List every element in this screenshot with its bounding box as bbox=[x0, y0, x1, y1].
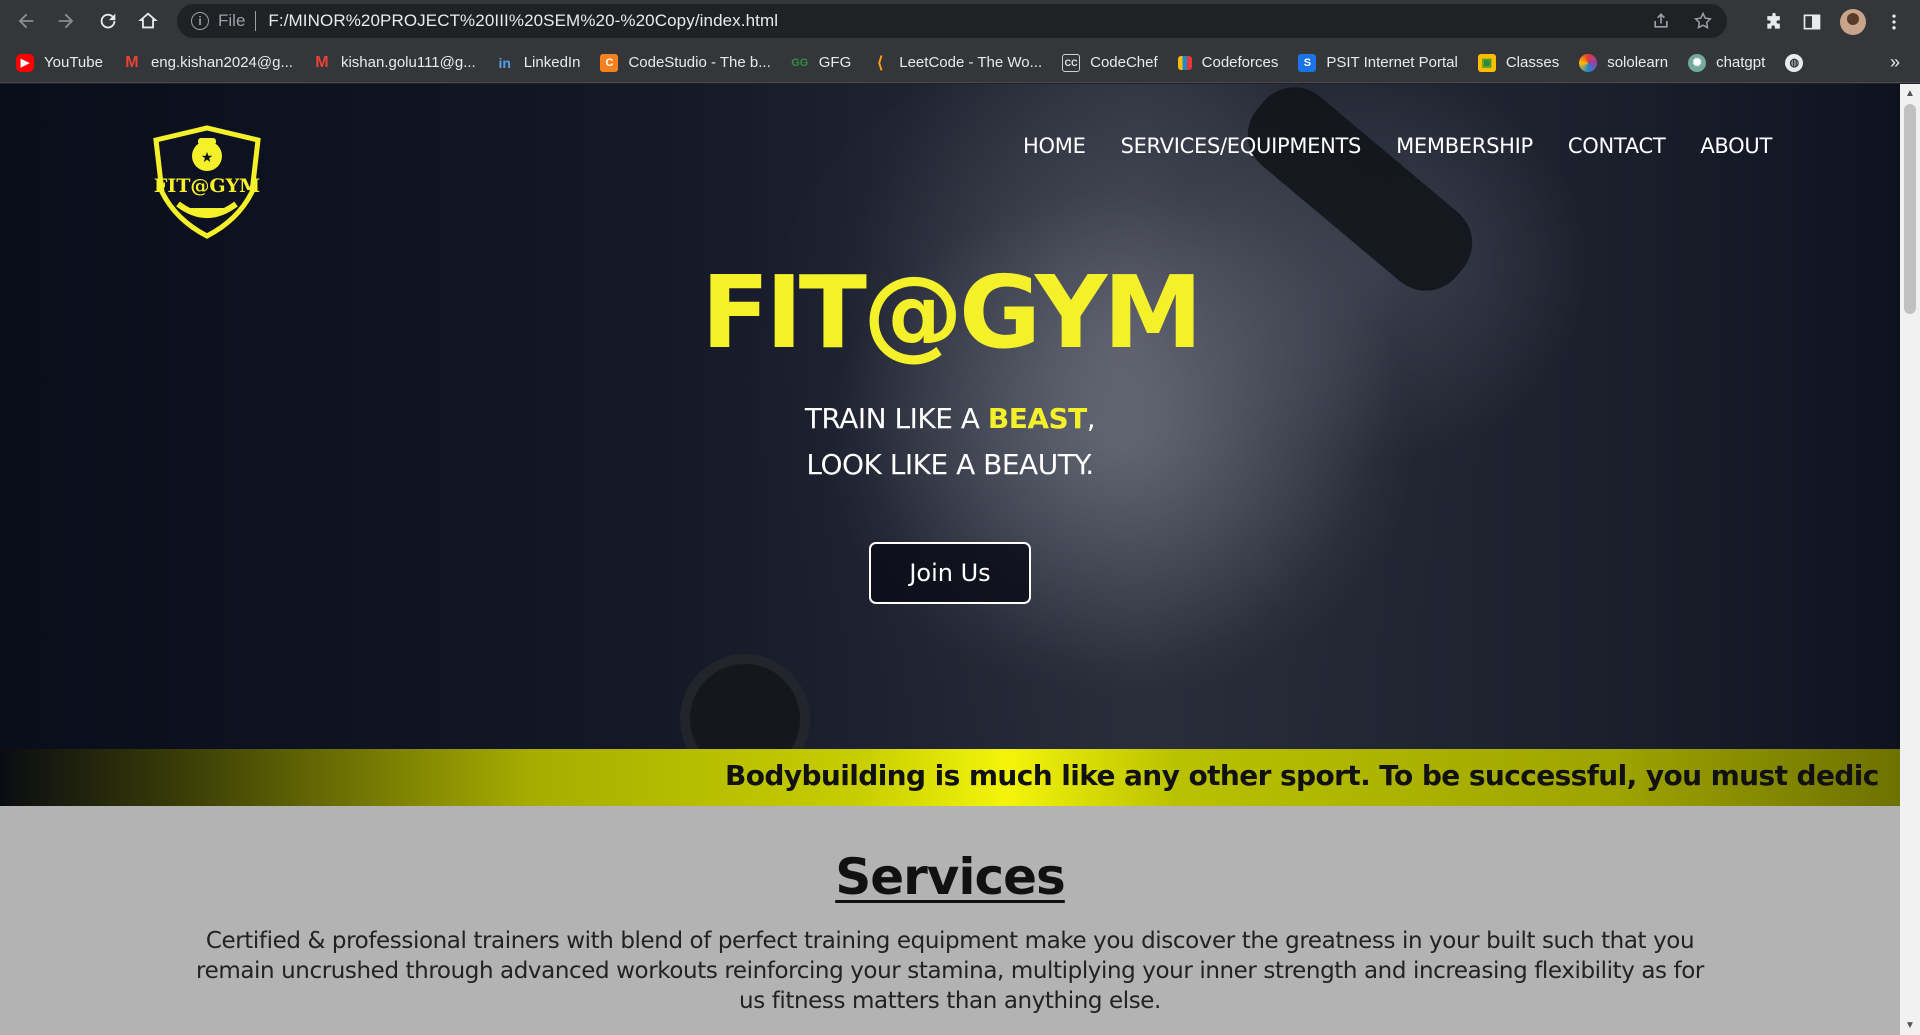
tagline-highlight: BEAST bbox=[987, 402, 1087, 435]
marquee-text: Bodybuilding is much like any other spor… bbox=[725, 759, 1879, 792]
hero-title: FIT@GYM bbox=[701, 254, 1203, 371]
share-icon[interactable] bbox=[1651, 11, 1671, 31]
logo-text: FIT@GYM bbox=[154, 175, 260, 197]
bookmark-classes[interactable]: ▣ Classes bbox=[1477, 53, 1559, 72]
extensions-puzzle-icon[interactable] bbox=[1764, 12, 1784, 32]
bookmark-codechef[interactable]: CC CodeChef bbox=[1062, 53, 1158, 72]
codeforces-icon bbox=[1177, 55, 1192, 70]
weight-plate-image bbox=[680, 654, 810, 749]
url-text[interactable]: F:/MINOR%20PROJECT%20III%20SEM%20-%20Cop… bbox=[268, 11, 778, 31]
profile-avatar[interactable] bbox=[1840, 8, 1866, 35]
reload-icon bbox=[100, 13, 116, 29]
bookmark-gmail-1[interactable]: Meng.kishan2024@g... bbox=[123, 54, 293, 72]
youtube-icon: ▶ bbox=[16, 53, 34, 72]
file-scheme-label: File bbox=[218, 11, 246, 30]
classroom-icon: ▣ bbox=[1477, 53, 1496, 72]
forward-arrow-icon bbox=[58, 13, 74, 29]
bookmark-codestudio[interactable]: C CodeStudio - The b... bbox=[600, 53, 771, 72]
bookmarks-bar: ▶ YouTube Meng.kishan2024@g... Mkishan.go… bbox=[0, 43, 1920, 83]
hero-tagline-line1: TRAIN LIKE A BEAST, bbox=[804, 402, 1096, 435]
join-us-button[interactable]: Join Us bbox=[869, 542, 1031, 604]
browser-toolbar: i File F:/MINOR%20PROJECT%20III%20SEM%20… bbox=[0, 0, 1920, 43]
bookmark-codeforces[interactable]: Codeforces bbox=[1177, 54, 1278, 71]
gfg-icon: GG bbox=[791, 56, 809, 69]
scrollbar-thumb[interactable] bbox=[1904, 104, 1916, 314]
home-icon bbox=[138, 12, 158, 29]
more-bookmarks-chevron-icon[interactable]: » bbox=[1890, 52, 1900, 73]
sololearn-icon bbox=[1579, 53, 1598, 72]
address-separator bbox=[255, 11, 257, 31]
chatgpt-icon: ✺ bbox=[1688, 53, 1707, 72]
reload-button[interactable] bbox=[88, 1, 128, 41]
bookmark-sololearn[interactable]: sololearn bbox=[1579, 53, 1668, 72]
nav-contact[interactable]: CONTACT bbox=[1568, 134, 1666, 158]
codechef-icon: CC bbox=[1062, 53, 1081, 72]
leetcode-icon: ⟨ bbox=[877, 54, 884, 72]
forward-button[interactable] bbox=[46, 1, 86, 41]
services-section: Services Certified & professional traine… bbox=[0, 806, 1900, 1035]
bookmark-globe[interactable]: ◍ bbox=[1785, 53, 1813, 72]
home-button[interactable] bbox=[128, 1, 168, 41]
gmail-icon: M bbox=[125, 53, 139, 71]
scroll-down-arrow-icon[interactable]: ▼ bbox=[1905, 1020, 1915, 1031]
bookmark-leetcode[interactable]: ⟨ LeetCode - The Wo... bbox=[871, 54, 1042, 72]
side-panel-icon[interactable] bbox=[1802, 12, 1822, 32]
quote-marquee: Bodybuilding is much like any other spor… bbox=[0, 749, 1900, 806]
hero-section: ★ FIT@GYM HOME SERVICES/EQUIPMENTS MEMBE… bbox=[0, 84, 1900, 749]
bookmark-psit[interactable]: S PSIT Internet Portal bbox=[1298, 53, 1458, 72]
psit-icon: S bbox=[1298, 53, 1317, 72]
codestudio-icon: C bbox=[600, 53, 619, 72]
nav-membership[interactable]: MEMBERSHIP bbox=[1396, 134, 1533, 158]
back-arrow-icon bbox=[18, 13, 34, 29]
svg-text:★: ★ bbox=[201, 150, 214, 166]
back-button[interactable] bbox=[6, 1, 46, 41]
bookmark-youtube[interactable]: ▶ YouTube bbox=[16, 53, 103, 72]
bookmark-linkedin[interactable]: in LinkedIn bbox=[496, 54, 580, 72]
bookmark-gmail-2[interactable]: Mkishan.golu111@g... bbox=[313, 53, 475, 72]
globe-icon: ◍ bbox=[1785, 53, 1804, 72]
page-viewport: ★ FIT@GYM HOME SERVICES/EQUIPMENTS MEMBE… bbox=[0, 84, 1900, 1035]
nav-services-equipments[interactable]: SERVICES/EQUIPMENTS bbox=[1121, 134, 1362, 158]
nav-home[interactable]: HOME bbox=[1023, 134, 1086, 158]
bookmark-star-icon[interactable] bbox=[1693, 11, 1713, 31]
kebab-menu-icon[interactable] bbox=[1884, 12, 1904, 32]
services-description: Certified & professional trainers with b… bbox=[196, 928, 1704, 1014]
gmail-icon: M bbox=[315, 53, 329, 71]
hero-tagline-line2: LOOK LIKE A BEAUTY. bbox=[806, 448, 1094, 481]
site-info-icon[interactable]: i bbox=[191, 12, 209, 30]
main-nav: HOME SERVICES/EQUIPMENTS MEMBERSHIP CONT… bbox=[1023, 134, 1772, 158]
linkedin-icon: in bbox=[498, 54, 511, 71]
page-scrollbar[interactable]: ▲ ▼ bbox=[1900, 84, 1920, 1035]
bookmark-gfg[interactable]: GG GFG bbox=[791, 54, 851, 72]
services-heading: Services bbox=[835, 848, 1066, 906]
gym-logo[interactable]: ★ FIT@GYM bbox=[148, 122, 266, 242]
nav-about[interactable]: ABOUT bbox=[1700, 134, 1772, 158]
address-bar[interactable]: i File F:/MINOR%20PROJECT%20III%20SEM%20… bbox=[177, 4, 1727, 38]
scroll-up-arrow-icon[interactable]: ▲ bbox=[1905, 88, 1915, 99]
bookmark-chatgpt[interactable]: ✺ chatgpt bbox=[1688, 53, 1765, 72]
